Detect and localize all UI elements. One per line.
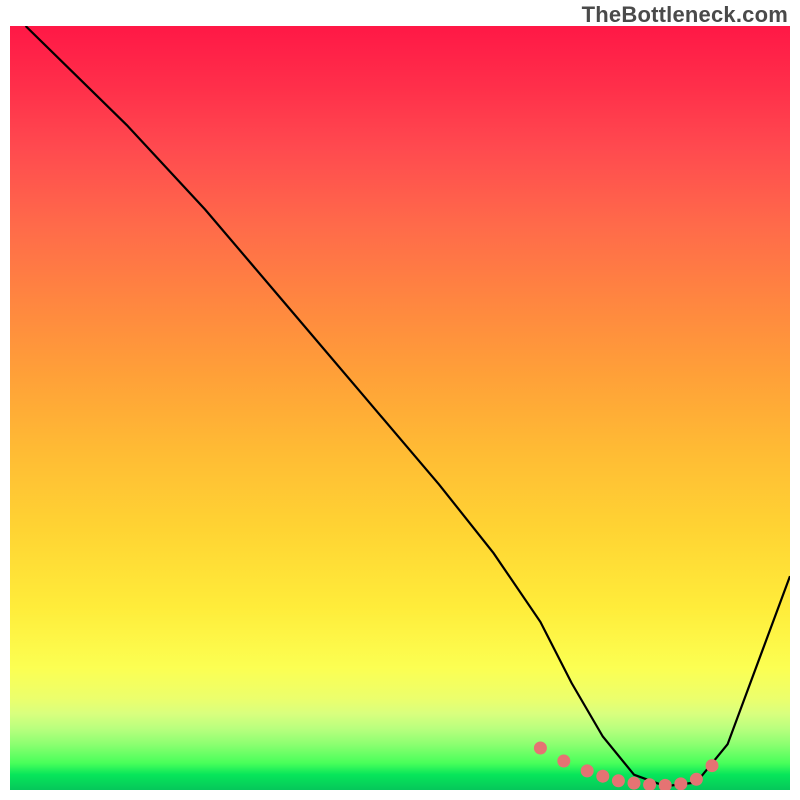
highlight-dot	[581, 764, 594, 777]
highlight-dot	[534, 742, 547, 755]
plot-area	[10, 26, 790, 790]
highlight-dot	[690, 773, 703, 786]
highlight-dot	[643, 778, 656, 790]
watermark-text: TheBottleneck.com	[582, 2, 788, 28]
highlight-dot	[706, 759, 719, 772]
highlight-dot	[596, 770, 609, 783]
highlight-dot	[674, 777, 687, 790]
chart-container: TheBottleneck.com	[0, 0, 800, 800]
highlight-dot	[612, 774, 625, 787]
highlight-dot	[659, 779, 672, 790]
highlight-dot	[557, 755, 570, 768]
chart-svg	[10, 26, 790, 790]
curve-path	[26, 26, 790, 786]
highlight-dot	[628, 777, 641, 790]
